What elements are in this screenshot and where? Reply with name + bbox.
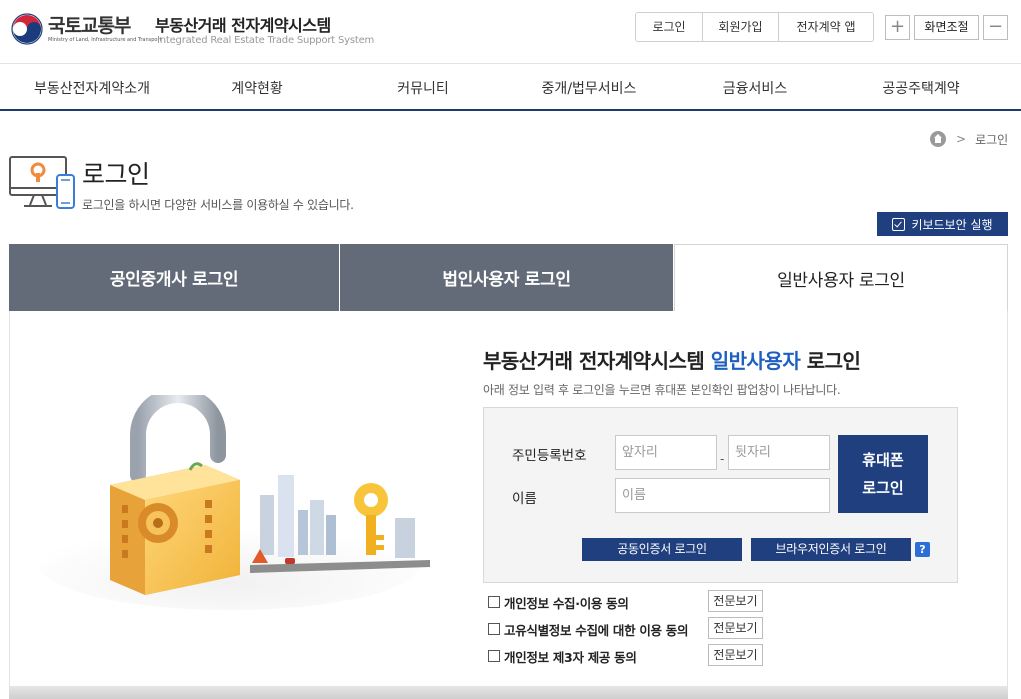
signup-link[interactable]: 회원가입	[703, 13, 779, 41]
ministry-name-en: Ministry of Land, Infrastructure and Tra…	[48, 37, 162, 43]
login-heading-highlight: 일반사용자	[710, 349, 801, 373]
page-title: 로그인	[82, 160, 150, 189]
nav-item-brokerage-legal[interactable]: 중개/법무서비스	[542, 78, 637, 98]
zoom-label: 화면조절	[914, 15, 979, 40]
rrn-back-input[interactable]	[728, 435, 830, 470]
site-header: 국토교통부 Ministry of Land, Infrastructure a…	[0, 0, 1021, 62]
nav-item-intro[interactable]: 부동산전자계약소개	[34, 78, 150, 98]
login-form-box: 주민등록번호 - 이름 휴대폰 로그인 공동인증서 로그인 브라우저인증서 로그…	[483, 407, 958, 583]
login-tabs: 공인중개사 로그인 법인사용자 로그인 일반사용자 로그인	[9, 244, 1008, 311]
name-label: 이름	[512, 491, 537, 507]
main-nav: 부동산전자계약소개 계약현황 커뮤니티 중개/법무서비스 금융서비스 공공주택계…	[0, 63, 1021, 111]
agreement-label: 개인정보 수집·이용 동의	[504, 595, 629, 611]
ministry-name[interactable]: 국토교통부	[48, 11, 131, 38]
browser-cert-login-button[interactable]: 브라우저인증서 로그인	[751, 538, 911, 561]
login-monitor-icon	[9, 156, 75, 209]
phone-login-button[interactable]: 휴대폰 로그인	[838, 435, 928, 513]
keyboard-security-icon	[892, 217, 906, 231]
agreement-row: 개인정보 수집·이용 동의	[488, 591, 629, 613]
agreement-row: 개인정보 제3자 제공 동의	[488, 645, 637, 667]
login-heading-suffix: 로그인	[806, 349, 861, 373]
tab-corporate-login[interactable]: 법인사용자 로그인	[340, 244, 673, 311]
nav-item-public-housing[interactable]: 공공주택계약	[882, 78, 959, 98]
agreement-checkbox[interactable]	[488, 650, 500, 662]
agreement-checkbox[interactable]	[488, 623, 500, 635]
login-link[interactable]: 로그인	[636, 13, 703, 41]
breadcrumb: > 로그인	[930, 130, 1008, 148]
tab-broker-login[interactable]: 공인중개사 로그인	[9, 244, 339, 311]
view-full-text-button[interactable]: 전문보기	[708, 644, 763, 666]
login-subtext: 아래 정보 입력 후 로그인을 누르면 휴대폰 본인확인 팝업창이 나타납니다.	[483, 383, 841, 397]
page-description: 로그인을 하시면 다양한 서비스를 이용하실 수 있습니다.	[82, 198, 354, 212]
home-icon[interactable]	[930, 131, 946, 147]
keyboard-security-label: 키보드보안 실행	[911, 217, 993, 232]
system-title[interactable]: 부동산거래 전자계약시스템	[155, 12, 331, 36]
breadcrumb-separator: >	[956, 132, 967, 146]
rrn-dash: -	[720, 452, 725, 466]
login-heading: 부동산거래 전자계약시스템 일반사용자 로그인	[483, 345, 861, 374]
view-full-text-button[interactable]: 전문보기	[708, 617, 763, 639]
system-title-en: Integrated Real Estate Trade Support Sys…	[157, 35, 375, 46]
phone-login-line2: 로그인	[862, 479, 904, 497]
rrn-front-input[interactable]	[615, 435, 717, 470]
keyboard-security-button[interactable]: 키보드보안 실행	[877, 212, 1008, 236]
help-icon[interactable]: ?	[915, 542, 930, 557]
rrn-label: 주민등록번호	[512, 448, 587, 464]
nav-item-community[interactable]: 커뮤니티	[397, 78, 449, 98]
name-input[interactable]	[615, 478, 830, 513]
phone-login-line1: 휴대폰	[862, 451, 904, 469]
agreement-label: 고유식별정보 수집에 대한 이용 동의	[504, 622, 689, 638]
agreement-row: 고유식별정보 수집에 대한 이용 동의	[488, 618, 689, 640]
agreement-checkbox[interactable]	[488, 596, 500, 608]
view-full-text-button[interactable]: 전문보기	[708, 590, 763, 612]
government-logo-icon[interactable]	[10, 12, 44, 46]
tab-general-login[interactable]: 일반사용자 로그인	[674, 244, 1008, 311]
nav-item-finance[interactable]: 금융서비스	[723, 78, 787, 98]
agreement-label: 개인정보 제3자 제공 동의	[504, 649, 637, 665]
breadcrumb-current: 로그인	[975, 132, 1009, 147]
econtract-app-link[interactable]: 전자계약 앱	[779, 13, 873, 41]
nav-item-contract-status[interactable]: 계약현황	[231, 78, 283, 98]
login-heading-prefix: 부동산거래 전자계약시스템	[483, 349, 705, 373]
security-lock-illustration	[40, 395, 430, 610]
zoom-out-button[interactable]: −	[983, 15, 1008, 40]
top-links: 로그인 회원가입 전자계약 앱	[635, 12, 874, 42]
zoom-in-button[interactable]: +	[885, 15, 910, 40]
footer-edge	[9, 686, 1008, 699]
public-cert-login-button[interactable]: 공동인증서 로그인	[582, 538, 742, 561]
